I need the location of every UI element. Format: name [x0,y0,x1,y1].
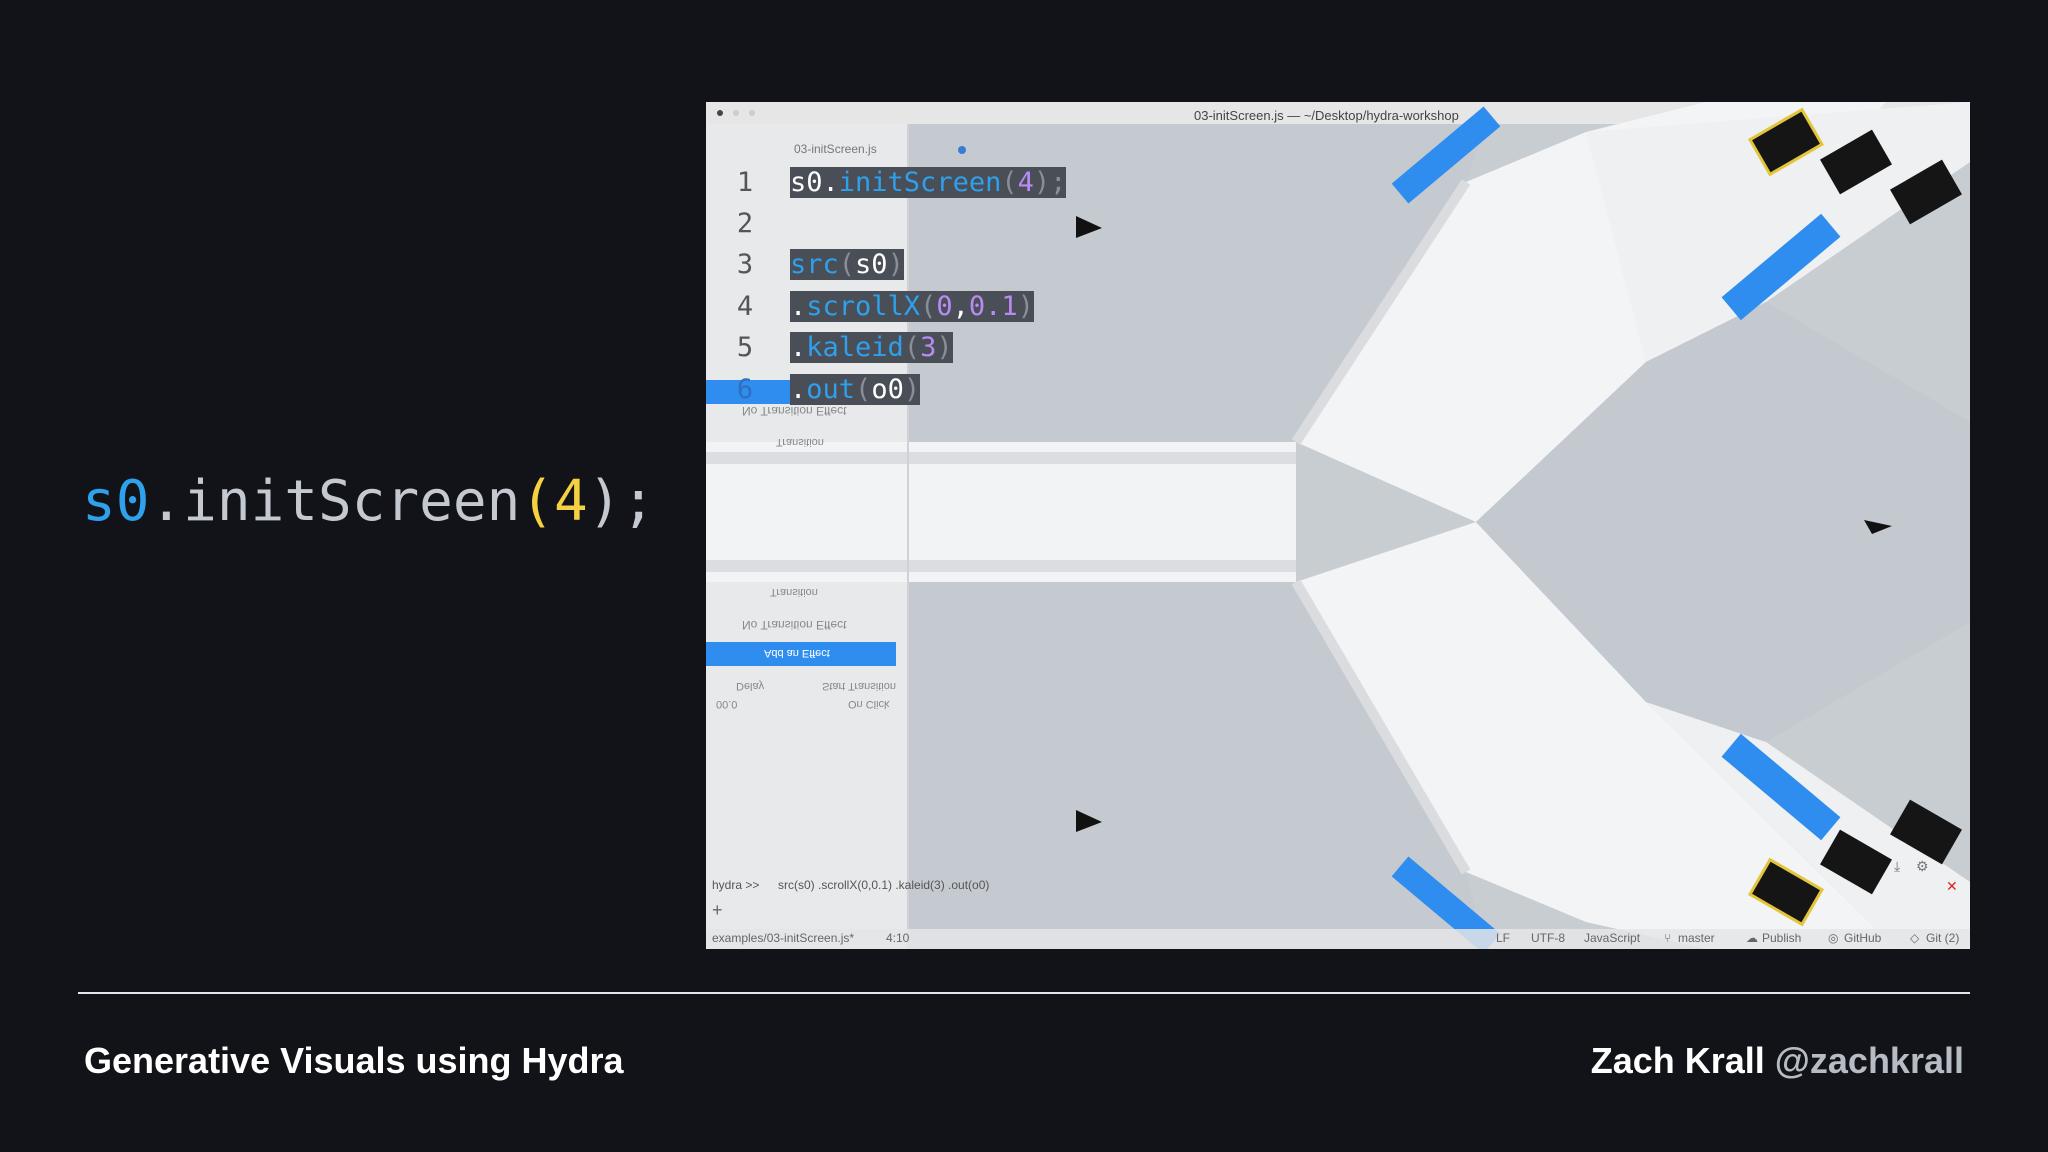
token: 0.1 [968,291,1018,322]
code-line-5[interactable]: .kaleid(3) [790,331,953,365]
code-token-open: ( [520,469,555,534]
status-github[interactable]: GitHub [1844,931,1881,945]
status-line-ending[interactable]: LF [1496,931,1510,945]
token: ) [1017,291,1034,322]
code-token-dot: . [149,469,184,534]
token: 4 [1017,167,1034,198]
code-token-s0: s0 [82,469,150,534]
mirrored-add-effect[interactable]: Add an Effect [764,647,830,659]
line-number-1: 1 [736,167,754,198]
token: ) [887,249,904,280]
token: 3 [920,332,937,363]
code-line-1[interactable]: s0.initScreen(4); [790,166,1067,200]
branch-icon: ⑂ [1664,931,1672,945]
editor-screenshot: 03-initScreen.js — ~/Desktop/hydra-works… [706,102,1970,949]
token: o0 [871,374,904,405]
console-prompt: hydra >> [712,878,760,892]
token: out [806,374,856,405]
token: src [790,249,839,280]
mirrored-transition-top: Transition [776,436,824,448]
kaleidoscope-background [706,102,1970,949]
line-number-3: 3 [736,249,754,280]
token: . [790,374,807,405]
mirrored-start-transition: Start Transition [822,680,896,692]
code-line-4[interactable]: .scrollX(0,0.1) [790,290,1034,324]
mirrored-delay: Delay [736,680,765,692]
token: ); [1033,167,1067,198]
author-credit: Zach Krall @zachkrall [1591,1040,1964,1082]
status-publish[interactable]: Publish [1762,931,1801,945]
token: . [790,291,807,322]
status-encoding[interactable]: UTF-8 [1531,931,1565,945]
author-handle[interactable]: @zachkrall [1775,1040,1964,1081]
code-token-close: ); [587,469,656,534]
token: . [790,332,807,363]
line-number-2: 2 [736,208,754,239]
git-icon: ◇ [1910,931,1920,945]
token: ( [920,291,937,322]
publish-icon: ☁ [1746,931,1758,945]
download-icon[interactable]: ⤓ [1894,858,1900,875]
token: initScreen [838,167,1002,198]
token: . [822,167,839,198]
github-icon: ◎ [1828,931,1839,945]
mirrored-transition-bottom: Transition [770,586,818,598]
line-number-5: 5 [736,332,754,363]
window-title: 03-initScreen.js — ~/Desktop/hydra-works… [1194,108,1459,123]
gear-icon[interactable]: ⚙ [1916,858,1929,875]
close-icon[interactable]: ✕ [1946,878,1958,895]
modified-dot [958,146,966,154]
token: s0 [855,249,888,280]
mirrored-on-click[interactable]: On Click [848,698,890,710]
footer-divider [78,992,1970,994]
token: scrollX [806,291,921,322]
token: ( [903,332,921,363]
token: ) [936,332,953,363]
author-name: Zach Krall [1590,1040,1765,1081]
token: ( [1001,167,1018,198]
token: kaleid [806,332,904,363]
mirrored-no-effect-bottom: No Transition Effect [742,618,847,632]
status-file[interactable]: examples/03-initScreen.js* [712,931,854,945]
token: 0 [936,291,953,322]
mirrored-delay-value[interactable]: 00.0 [716,698,737,710]
mirrored-no-effect-top: No Transition Effect [742,404,847,418]
code-line-3[interactable]: src(s0) [790,248,904,282]
code-token-arg: 4 [554,469,588,534]
console-command[interactable]: src(s0) .scrollX(0,0.1) .kaleid(3) .out(… [778,878,989,892]
token: ( [838,249,856,280]
code-token-fn: initScreen [183,469,521,534]
token: ( [855,374,872,405]
token: ) [903,374,921,405]
token: s0 [790,167,823,198]
slide-code-line: s0.initScreen(4); [82,470,655,534]
status-cursor[interactable]: 4:10 [886,931,909,945]
token: , [952,291,969,322]
status-git[interactable]: Git (2) [1926,931,1959,945]
editor-tab[interactable]: 03-initScreen.js [794,142,877,156]
add-icon[interactable]: + [712,900,723,921]
line-number-4: 4 [736,291,754,322]
line-number-6: 6 [736,374,754,405]
code-line-6[interactable]: .out(o0) [790,373,921,407]
status-grammar[interactable]: JavaScript [1584,931,1640,945]
talk-title: Generative Visuals using Hydra [84,1040,624,1081]
status-branch[interactable]: master [1678,931,1715,945]
